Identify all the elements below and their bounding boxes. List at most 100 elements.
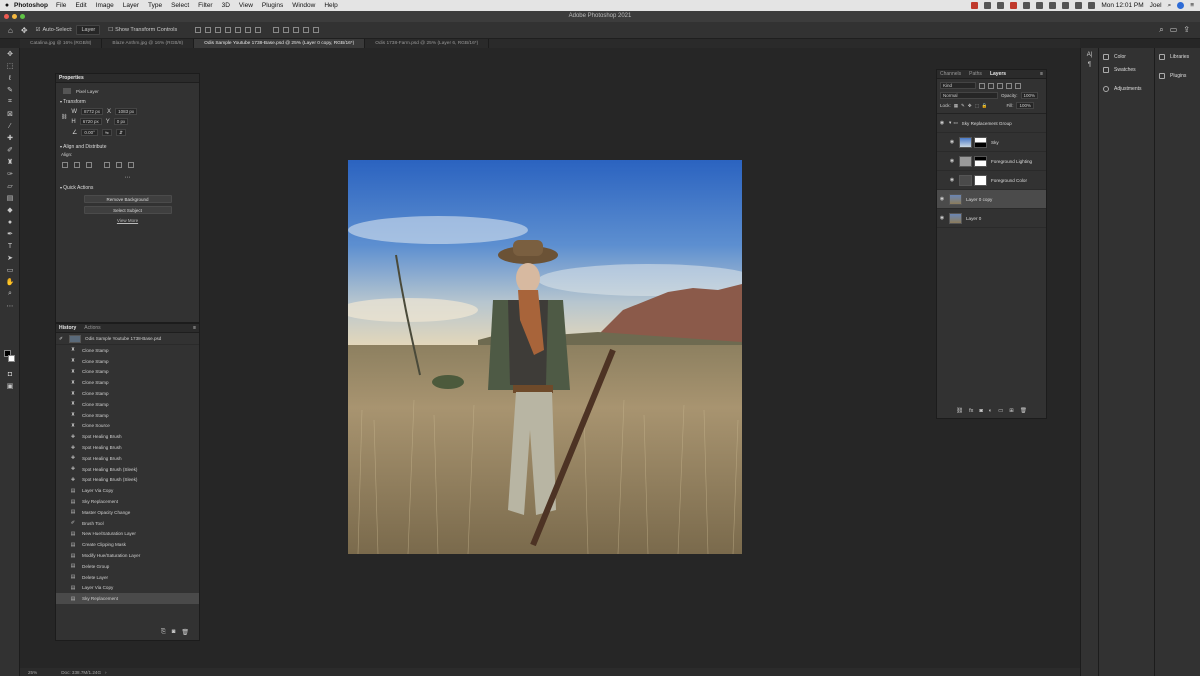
- tab-document-active[interactable]: Odis Sample Youtube 1738-Base.psd @ 25% …: [194, 39, 366, 48]
- visibility-eye-icon[interactable]: ◉: [947, 139, 957, 145]
- tray-app-icon[interactable]: [971, 2, 979, 9]
- visibility-eye-icon[interactable]: ◉: [947, 177, 957, 183]
- layer-mask-thumbnail[interactable]: [974, 155, 987, 167]
- volume-icon[interactable]: [1075, 2, 1083, 9]
- eraser-tool-icon[interactable]: ▱: [0, 180, 20, 192]
- tab-paths[interactable]: Paths: [969, 71, 982, 77]
- history-item[interactable]: ♜ Clone Source: [56, 421, 199, 432]
- quick-mask-icon[interactable]: ◘: [0, 368, 20, 380]
- panel-menu-icon[interactable]: ≡: [1040, 71, 1043, 77]
- align-top-icon[interactable]: [225, 27, 232, 33]
- menu-layer[interactable]: Layer: [123, 2, 139, 9]
- align-vertical-centers-icon[interactable]: [116, 162, 122, 168]
- history-item[interactable]: ▤ Create Clipping Mask: [56, 539, 199, 550]
- trash-icon[interactable]: 🗑: [181, 629, 189, 636]
- layer-mask-thumbnail[interactable]: [974, 136, 987, 148]
- menu-type[interactable]: Type: [148, 2, 162, 9]
- menu-edit[interactable]: Edit: [75, 2, 86, 9]
- layer-row[interactable]: ◉ Foreground Lighting: [937, 152, 1046, 171]
- lock-artboard-icon[interactable]: ⬚: [975, 103, 979, 109]
- color-panel-label[interactable]: Color: [1114, 54, 1126, 60]
- x-field[interactable]: 1083 px: [115, 108, 138, 115]
- minimize-window-button[interactable]: [12, 14, 17, 19]
- layer-name[interactable]: Foreground Color: [991, 178, 1027, 183]
- gradient-tool-icon[interactable]: ▤: [0, 192, 20, 204]
- remove-background-button[interactable]: Remove Background: [83, 195, 172, 203]
- transform-section-title[interactable]: Transform: [60, 99, 199, 105]
- tab-document[interactable]: Blaze Anthm.jpg @ 16% (RGB/8): [102, 39, 195, 48]
- quick-actions-title[interactable]: Quick Actions: [60, 185, 199, 191]
- layer-row[interactable]: ◉ Foreground Color: [937, 171, 1046, 190]
- history-source-icon[interactable]: ✐: [59, 336, 65, 342]
- layer-name[interactable]: Layer 0 copy: [966, 197, 992, 202]
- layer-name[interactable]: Foreground Lighting: [991, 159, 1032, 164]
- visibility-eye-icon[interactable]: ◉: [947, 158, 957, 164]
- angle-field[interactable]: 0.00°: [81, 129, 98, 136]
- menu-file[interactable]: File: [56, 2, 66, 9]
- type-tool-icon[interactable]: T: [0, 240, 20, 252]
- filter-smart-object-icon[interactable]: [1015, 82, 1021, 89]
- auto-select-checkbox[interactable]: ☑: [36, 27, 41, 33]
- snapshot-thumbnail[interactable]: [69, 334, 81, 343]
- history-item[interactable]: ✚ Spot Healing Brush (Sleek): [56, 464, 199, 475]
- path-select-tool-icon[interactable]: ➤: [0, 252, 20, 264]
- menu-help[interactable]: Help: [324, 2, 337, 9]
- search-icon[interactable]: ⌕: [1168, 2, 1172, 10]
- 3d-orbit-icon[interactable]: [273, 27, 280, 33]
- trash-icon[interactable]: 🗑: [1020, 408, 1027, 414]
- adjustments-panel-tab[interactable]: Adjustments: [1099, 82, 1154, 95]
- history-item[interactable]: ▤ Sky Replacement: [56, 593, 199, 605]
- 3d-pan-icon[interactable]: [293, 27, 300, 33]
- visibility-eye-icon[interactable]: ◉: [937, 215, 947, 221]
- layer-mask-thumbnail[interactable]: [974, 174, 987, 186]
- more-options-icon[interactable]: [255, 27, 262, 33]
- history-item[interactable]: ▤ Delete Group: [56, 561, 199, 572]
- filter-shape-icon[interactable]: [1006, 82, 1012, 89]
- tab-layers[interactable]: Layers: [990, 71, 1006, 77]
- more-align-options-icon[interactable]: ⋯: [56, 174, 199, 181]
- align-middle-icon[interactable]: [235, 27, 242, 33]
- clone-stamp-tool-icon[interactable]: ♜: [0, 156, 20, 168]
- align-horizontal-centers-icon[interactable]: [74, 162, 80, 168]
- libraries-panel-tab[interactable]: Libraries: [1155, 50, 1200, 63]
- history-item[interactable]: ▤ Sky Replacement: [56, 496, 199, 507]
- align-top-edges-icon[interactable]: [104, 162, 110, 168]
- filter-type-icon[interactable]: [997, 82, 1003, 89]
- blur-tool-icon[interactable]: ◆: [0, 204, 20, 216]
- history-item[interactable]: ✚ Spot Healing Brush: [56, 442, 199, 453]
- history-item[interactable]: ♜ Clone Stamp: [56, 410, 199, 421]
- history-item[interactable]: ♜ Clone Stamp: [56, 345, 199, 356]
- lock-all-icon[interactable]: 🔒: [982, 103, 988, 109]
- lasso-tool-icon[interactable]: ℓ: [0, 72, 20, 84]
- height-field[interactable]: 6720 px: [79, 118, 102, 125]
- lock-position-icon[interactable]: ✥: [968, 103, 972, 109]
- menu-filter[interactable]: Filter: [198, 2, 212, 9]
- layer-filter-kind-dropdown[interactable]: Kind: [940, 82, 976, 89]
- tray-app-icon[interactable]: [1036, 2, 1044, 9]
- zoom-level[interactable]: 25%: [28, 670, 37, 675]
- history-brush-tool-icon[interactable]: ✑: [0, 168, 20, 180]
- history-item[interactable]: ♜ Clone Stamp: [56, 399, 199, 410]
- layer-row-selected[interactable]: ◉ Layer 0 copy: [937, 190, 1046, 209]
- history-item[interactable]: ✚ Spot Healing Brush (Sleek): [56, 475, 199, 486]
- swatches-panel-label[interactable]: Swatches: [1114, 67, 1136, 73]
- properties-panel-title[interactable]: Properties: [59, 75, 84, 81]
- color-panel-tab[interactable]: Color: [1099, 50, 1154, 63]
- move-tool-icon[interactable]: ✥: [21, 26, 28, 35]
- view-more-link[interactable]: View More: [56, 218, 199, 223]
- menu-3d[interactable]: 3D: [222, 2, 230, 9]
- blend-mode-dropdown[interactable]: Normal: [940, 92, 998, 99]
- hand-tool-icon[interactable]: ✋: [0, 276, 20, 288]
- plugins-panel-label[interactable]: Plugins: [1170, 73, 1186, 79]
- rectangle-tool-icon[interactable]: ▭: [0, 264, 20, 276]
- tray-app-icon[interactable]: [997, 2, 1005, 9]
- visibility-eye-icon[interactable]: ◉: [937, 196, 947, 202]
- history-item[interactable]: ▤ Layer Via Copy: [56, 485, 199, 496]
- history-item[interactable]: ✚ Spot Healing Brush: [56, 453, 199, 464]
- 3d-roll-icon[interactable]: [283, 27, 290, 33]
- auto-select-dropdown[interactable]: Layer: [76, 25, 101, 35]
- tab-document[interactable]: Odis 1738-Farm.psd @ 25% (Layer 6, RGB/1…: [365, 39, 490, 48]
- layer-row[interactable]: ◉ Layer 0: [937, 209, 1046, 228]
- camera-snapshot-icon[interactable]: ◙: [172, 629, 176, 636]
- 3d-scale-icon[interactable]: [313, 27, 320, 33]
